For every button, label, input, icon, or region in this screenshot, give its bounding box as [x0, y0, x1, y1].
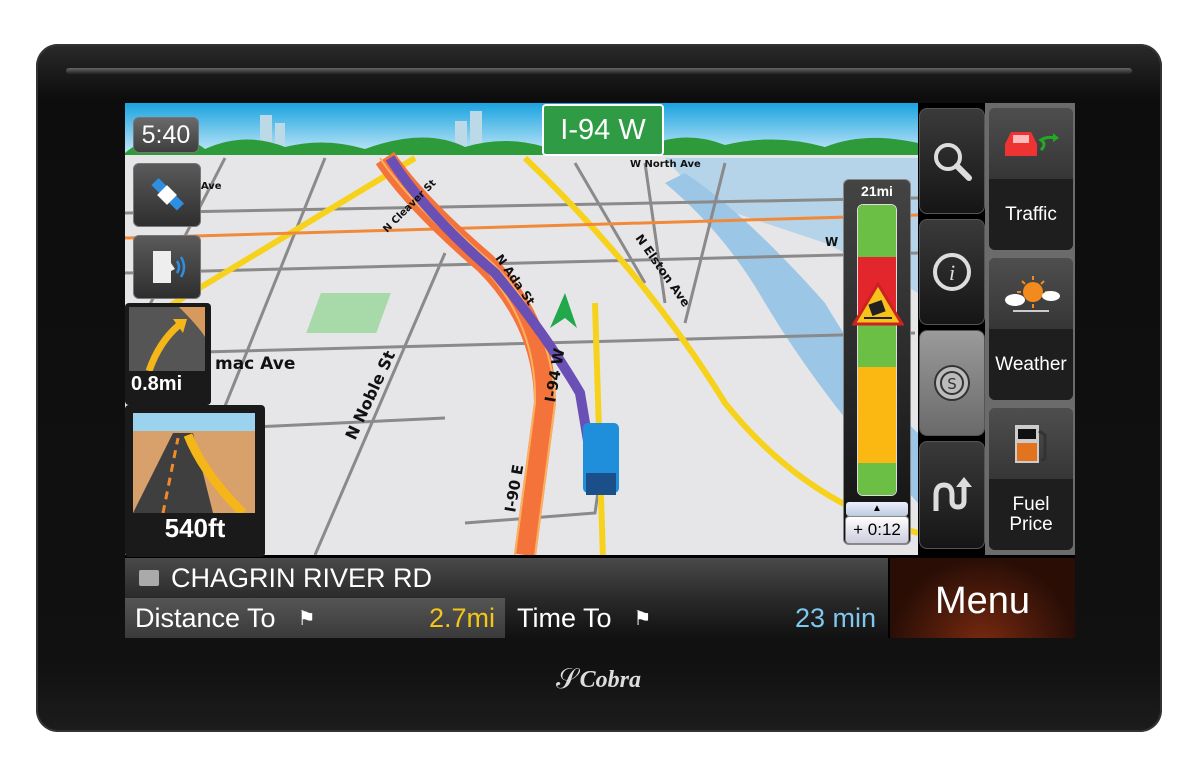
- trip-info-row[interactable]: Distance To ⚑ 2.7mi Time To ⚑ 23 min: [125, 598, 888, 638]
- traffic-button[interactable]: Traffic: [989, 108, 1073, 250]
- weather-sun-cloud-icon: [1005, 275, 1060, 312]
- lane-assist-panel[interactable]: 540ft: [125, 405, 265, 557]
- weather-button[interactable]: Weather: [989, 258, 1073, 400]
- road-label: W: [825, 235, 838, 249]
- road-label: mac Ave: [215, 354, 295, 374]
- traffic-segments: [857, 204, 897, 496]
- svg-text:S: S: [947, 375, 957, 393]
- traffic-bar[interactable]: 21mi ▲: [843, 179, 911, 545]
- time-to-destination[interactable]: Time To ⚑ 23 min: [505, 598, 888, 638]
- info-button[interactable]: i: [919, 219, 985, 325]
- next-turn-panel[interactable]: 0.8mi: [125, 303, 211, 405]
- next-turn-distance: 0.8mi: [131, 373, 183, 395]
- detour-button[interactable]: [919, 441, 985, 549]
- traffic-bar-distance: 21mi: [861, 183, 893, 199]
- svg-text:i: i: [949, 260, 955, 285]
- current-street: CHAGRIN RIVER RD: [171, 562, 433, 593]
- time-label: Time To: [517, 602, 612, 633]
- clock: 5:40: [133, 117, 199, 153]
- satellite-icon: [151, 178, 184, 211]
- bezel-highlight: [66, 68, 1132, 74]
- speed-camera-icon: S: [934, 365, 970, 401]
- search-icon: [934, 143, 972, 181]
- gps-status-button[interactable]: [133, 163, 201, 227]
- traffic-segment-green: [858, 205, 896, 258]
- cobra-logo: 𝒮 Cobra: [526, 662, 671, 698]
- detour-icon: [933, 477, 972, 511]
- voice-icon: [153, 251, 186, 283]
- finish-flag-icon: ⚑: [633, 607, 652, 630]
- time-value: 23 min: [794, 602, 876, 633]
- lane-assist-icon: [133, 413, 255, 513]
- voice-button[interactable]: [133, 235, 201, 299]
- brand-name: Cobra: [579, 666, 642, 693]
- highway-sign-text: I-94 W: [560, 114, 646, 146]
- finish-flag-icon: ⚑: [297, 607, 316, 630]
- slippery-road-warning-icon: [852, 282, 904, 326]
- info-icon: i: [933, 253, 971, 291]
- distance-label: Distance To: [135, 602, 276, 633]
- turn-arrow-icon: [129, 307, 205, 371]
- cobra-snake-icon: 𝒮: [555, 664, 578, 695]
- traffic-segment-amber: [858, 367, 896, 464]
- traffic-label: Traffic: [989, 179, 1073, 250]
- current-street-bar: CHAGRIN RIVER RD: [125, 558, 888, 598]
- fuel-price-label: Fuel Price: [989, 479, 1073, 550]
- road-icon: [139, 570, 159, 586]
- distance-value: 2.7mi: [428, 602, 495, 633]
- fuel-price-button[interactable]: Fuel Price: [989, 408, 1073, 550]
- expand-arrow-icon[interactable]: ▲: [846, 502, 908, 516]
- search-button[interactable]: [919, 108, 985, 214]
- road-label: W North Ave: [630, 159, 701, 170]
- weather-label: Weather: [989, 329, 1073, 400]
- lane-assist-distance: 540ft: [164, 513, 226, 543]
- traffic-car-icon: [1005, 131, 1059, 156]
- traffic-delay: + 0:12: [845, 516, 909, 544]
- screen: I-94 W W North Ave erce Ave N Cleaver St…: [125, 103, 1075, 638]
- speed-camera-button[interactable]: S: [919, 330, 985, 436]
- vehicle-icon: [583, 423, 619, 495]
- menu-button[interactable]: Menu: [890, 558, 1075, 638]
- fuel-pump-icon: [1015, 424, 1047, 463]
- traffic-segment-green: [858, 463, 896, 495]
- distance-to-destination[interactable]: Distance To ⚑ 2.7mi: [125, 598, 505, 638]
